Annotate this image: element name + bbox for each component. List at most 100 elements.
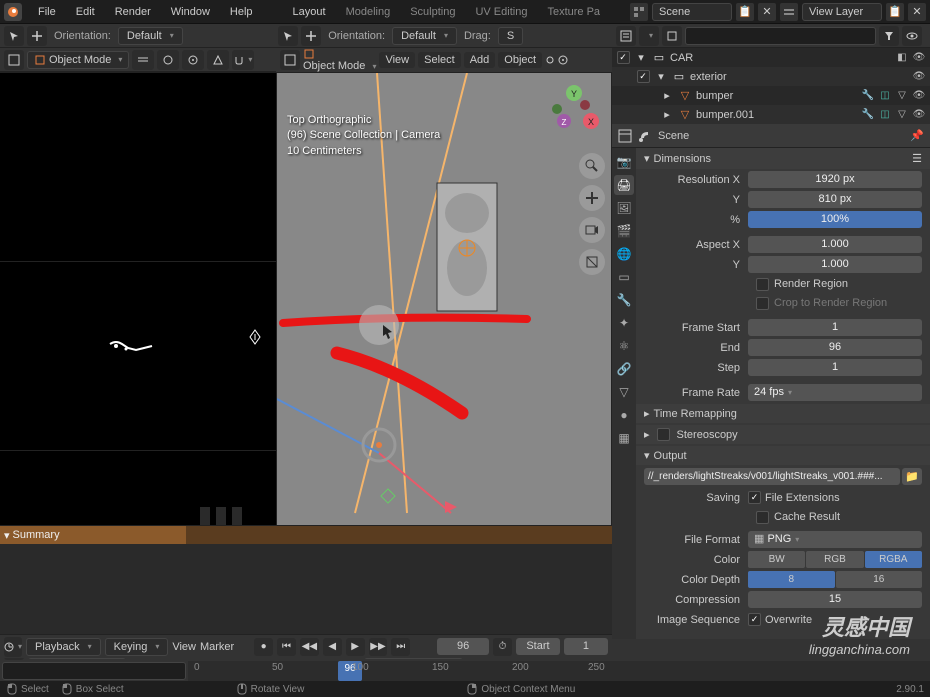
play-reverse-icon[interactable]: ◀ (323, 638, 342, 656)
crop-checkbox[interactable] (756, 297, 769, 310)
fend-field[interactable]: 96 (748, 339, 922, 356)
workspace-tab-layout[interactable]: Layout (283, 6, 336, 18)
zoom-icon[interactable] (579, 153, 605, 179)
tab-data[interactable]: ▽ (614, 382, 634, 402)
tab-output[interactable]: 🖨 (614, 175, 634, 195)
tab-particle[interactable]: ✦ (614, 313, 634, 333)
scene-name-field[interactable]: Scene (652, 3, 732, 21)
panel-stereoscopy[interactable]: ▸Stereoscopy (636, 425, 930, 444)
eye-icon[interactable]: 👁 (912, 70, 926, 84)
workspace-tab-uvediting[interactable]: UV Editing (465, 6, 537, 18)
outliner-eye-icon[interactable] (902, 26, 922, 46)
fstart-field[interactable]: 1 (748, 319, 922, 336)
move-tool-icon-2[interactable] (301, 26, 321, 46)
menu-file[interactable]: File (28, 6, 66, 18)
tl-menu-marker[interactable]: Marker (200, 641, 234, 653)
compression-field[interactable]: 15 (748, 591, 922, 608)
workspace-tab-texture[interactable]: Texture Pa (537, 6, 610, 18)
jump-prevkey-icon[interactable]: ◀◀ (300, 638, 319, 656)
output-browse-icon[interactable]: 📁 (902, 468, 922, 485)
eye-icon[interactable]: 👁 (912, 108, 926, 122)
modifier-icon[interactable]: 🔧 (861, 89, 875, 103)
stereo-checkbox[interactable] (657, 428, 670, 441)
keying-popover[interactable]: Keying (105, 638, 169, 656)
viewport-camera-2[interactable] (0, 261, 276, 450)
panel-output[interactable]: ▾Output (636, 446, 930, 465)
drag-dropdown[interactable]: S (498, 27, 523, 45)
tab-texture[interactable]: ▦ (614, 428, 634, 448)
overlay-toggle-2[interactable] (157, 50, 179, 70)
current-frame-field[interactable]: 96 (437, 638, 489, 655)
output-path-field[interactable]: //_renders/lightStreaks/v001/lightStreak… (644, 468, 900, 485)
color-bw-btn[interactable]: BW (748, 551, 805, 568)
color-rgb-btn[interactable]: RGB (806, 551, 863, 568)
tree-row-car[interactable]: ▾ ▭ CAR ◧ 👁 (612, 48, 930, 67)
outliner-editor-icon[interactable] (616, 26, 636, 46)
checkbox-icon[interactable] (616, 51, 630, 65)
depth-16-btn[interactable]: 16 (836, 571, 923, 588)
overlay-toggle-4[interactable] (207, 50, 229, 70)
summary-channel[interactable]: ▾Summary (0, 526, 186, 544)
checkbox-icon[interactable] (636, 70, 650, 84)
move-tool-icon[interactable] (27, 26, 47, 46)
data-icon[interactable]: ◫ (878, 89, 892, 103)
menu-object-mid[interactable]: Object (498, 52, 542, 68)
resy-field[interactable]: 810 px (748, 191, 922, 208)
viewlayer-new-icon[interactable]: 📋 (886, 3, 904, 21)
disclosure-icon[interactable]: ▾ (634, 51, 648, 65)
tab-constraint[interactable]: 🔗 (614, 359, 634, 379)
timeline-editor-icon[interactable] (4, 637, 22, 657)
global-local-toggle[interactable] (545, 55, 555, 65)
tab-object[interactable]: ▭ (614, 267, 634, 287)
disclosure-icon[interactable]: ▸ (660, 108, 674, 122)
ds-search-input[interactable] (2, 662, 186, 680)
menu-view-mid[interactable]: View (379, 52, 415, 68)
mode-dropdown-mid[interactable]: Object Mode (303, 48, 376, 72)
props-editor-icon[interactable] (618, 129, 632, 143)
ds-timeline-ruler[interactable]: 0 50 96 100 150 200 250 (188, 661, 930, 681)
disclosure-icon[interactable]: ▸ (660, 89, 674, 103)
overlay-toggle-3[interactable] (182, 50, 204, 70)
tab-viewlayer[interactable]: 🖼 (614, 198, 634, 218)
menu-window[interactable]: Window (161, 6, 220, 18)
tree-row-bumper001[interactable]: ▸ ▽ bumper.001 🔧 ◫ ▽ 👁 (612, 105, 930, 124)
data-icon[interactable]: ◫ (878, 108, 892, 122)
tl-menu-view[interactable]: View (172, 641, 196, 653)
play-icon[interactable]: ▶ (346, 638, 365, 656)
cursor-tool-icon[interactable] (4, 26, 24, 46)
restrict-select-icon[interactable]: ◧ (895, 51, 909, 65)
overwrite-checkbox[interactable] (748, 613, 761, 626)
editor-type-icon-mid[interactable] (280, 50, 300, 70)
blender-logo[interactable] (4, 3, 22, 21)
tab-scene[interactable]: 🎬 (614, 221, 634, 241)
tab-physics[interactable]: ⚛ (614, 336, 634, 356)
viewlayer-delete-icon[interactable]: ✕ (908, 3, 926, 21)
playback-popover[interactable]: Playback (26, 638, 101, 656)
menu-help[interactable]: Help (220, 6, 263, 18)
menu-render[interactable]: Render (105, 6, 161, 18)
depth-8-btn[interactable]: 8 (748, 571, 835, 588)
render-region-checkbox[interactable] (756, 278, 769, 291)
material-icon[interactable]: ▽ (895, 89, 909, 103)
tab-world[interactable]: 🌐 (614, 244, 634, 264)
menu-add-mid[interactable]: Add (464, 52, 496, 68)
nav-gizmo[interactable]: Y X Z (545, 81, 603, 139)
color-rgba-btn[interactable]: RGBA (865, 551, 922, 568)
viewport-camera-1[interactable] (0, 72, 276, 261)
jump-start-icon[interactable]: ⏮ (277, 638, 296, 656)
frate-dropdown[interactable]: 24 fps (748, 384, 922, 401)
camera-view-icon[interactable] (579, 217, 605, 243)
pin-icon[interactable]: 📌 (910, 129, 924, 142)
menu-edit[interactable]: Edit (66, 6, 105, 18)
material-icon[interactable]: ▽ (895, 108, 909, 122)
orientation-dropdown-2[interactable]: Default (392, 27, 457, 45)
resx-field[interactable]: 1920 px (748, 171, 922, 188)
auto-keying-toggle[interactable]: ● (254, 638, 273, 656)
proportional-toggle[interactable] (558, 55, 568, 65)
editor-type-icon[interactable] (4, 50, 24, 70)
outliner-filter-icon[interactable] (879, 26, 899, 46)
orientation-dropdown[interactable]: Default (118, 27, 183, 45)
pan-icon[interactable] (579, 185, 605, 211)
panel-dimensions[interactable]: ▾Dimensions☰ (636, 148, 930, 169)
overlay-toggle-1[interactable] (132, 50, 154, 70)
